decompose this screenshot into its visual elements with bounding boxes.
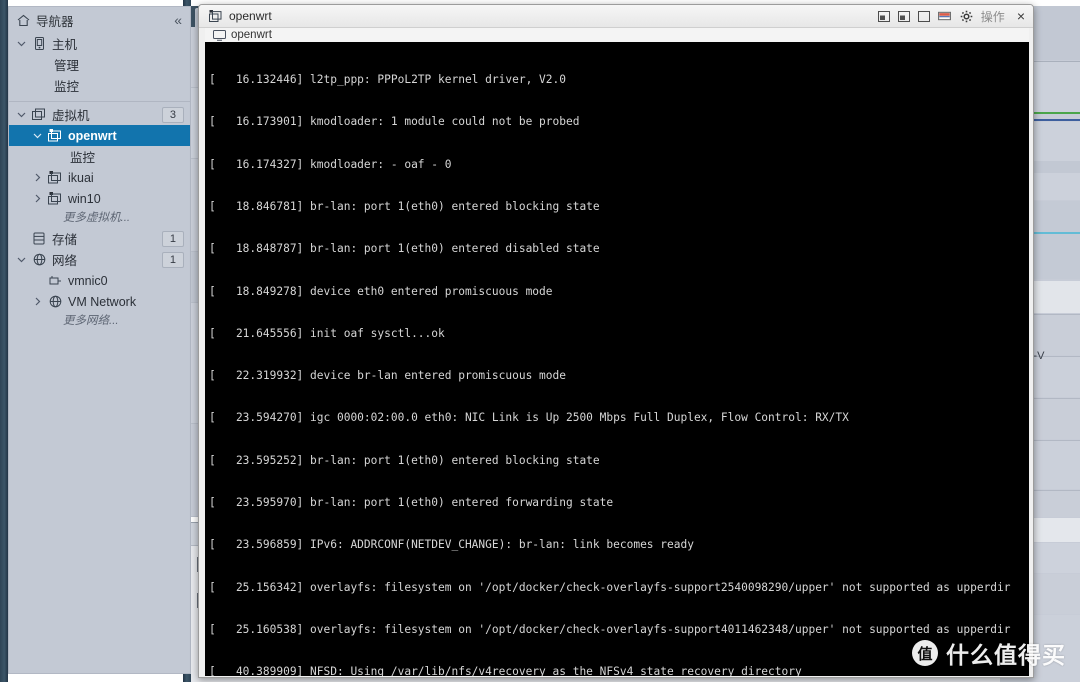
restore-icon[interactable] [898,10,911,23]
chevron-right-icon[interactable] [33,194,47,203]
terminal-line: [ 18.848787] br-lan: port 1(eth0) entere… [209,242,600,256]
terminal-line: [ 22.319932] device br-lan entered promi… [209,369,566,383]
vm-icon [47,129,63,143]
sidebar-item-host-monitor[interactable]: 监控 [9,75,190,96]
console-subtitle-label: openwrt [231,29,272,41]
terminal-line: [ 23.595252] br-lan: port 1(eth0) entere… [209,453,600,467]
terminal-line: [ 16.173901] kmodloader: 1 module could … [209,115,580,129]
terminal-output[interactable]: [ 16.132446] l2tp_ppp: PPPoL2TP kernel d… [205,42,1029,676]
network-icon [47,295,63,309]
terminal-line: [ 18.849278] device eth0 entered promisc… [209,284,553,298]
more-networks-link[interactable]: 更多网络... [9,312,190,331]
sidebar-item-label: 管理 [54,59,80,73]
collapse-navigator-button[interactable]: « [172,12,184,28]
terminal-line: [ 23.594270] igc 0000:02:00.0 eth0: NIC … [209,411,849,425]
gear-icon[interactable] [960,10,973,23]
navigator-header: 导航器 « [9,7,190,33]
console-subtitle-bar: openwrt [205,28,1029,42]
sidebar-item-label: 网络 [52,254,78,268]
chevron-down-icon[interactable] [17,110,31,119]
snapshot-icon[interactable] [878,10,891,23]
sidebar-item-network[interactable]: 网络 1 [9,249,190,270]
network-count-badge: 1 [161,251,184,268]
vm-icon [47,192,63,206]
sidebar-item-label: openwrt [68,128,117,143]
close-icon[interactable]: × [1017,9,1025,23]
console-titlebar[interactable]: openwrt 操作 × [199,5,1033,28]
home-icon [17,14,30,27]
vm-console-window: openwrt 操作 × openwrt [16.132446] l2tp_p… [198,4,1034,678]
chevron-right-icon[interactable] [33,297,47,306]
navigator-title: 导航器 [36,14,74,29]
more-vms-link[interactable]: 更多虚拟机... [9,209,190,228]
keyboard-icon[interactable] [937,10,951,23]
terminal-line: [ 18.846781] br-lan: port 1(eth0) entere… [209,200,600,214]
sidebar-item-storage[interactable]: 存储 1 [9,228,190,249]
sidebar-item-host-manage[interactable]: 管理 [9,54,190,75]
storage-count-badge: 1 [161,230,184,247]
monitor-icon [213,29,226,41]
navigator-panel: 导航器 « 主机 管理 监控 虚拟机 3 openwrt 监控 ikuai wi… [8,6,191,674]
storage-icon [31,232,47,246]
sidebar-item-label: 主机 [52,38,78,52]
navigator-divider [9,101,190,102]
sidebar-item-openwrt[interactable]: openwrt [9,125,190,146]
chevron-down-icon[interactable] [17,39,31,48]
nic-icon [47,274,63,288]
vm-icon [209,9,223,23]
actions-menu-button[interactable]: 操作 [981,8,1005,25]
terminal-line: [ 25.160538] overlayfs: filesystem on '/… [209,622,1011,636]
terminal-line: [ 23.595970] br-lan: port 1(eth0) entere… [209,496,614,509]
chevron-down-icon[interactable] [17,255,31,264]
sidebar-item-win10[interactable]: win10 [9,188,190,209]
chevron-down-icon[interactable] [33,131,47,140]
fullscreen-icon[interactable] [918,10,931,23]
terminal-line: [ 16.132446] l2tp_ppp: PPPoL2TP kernel d… [209,73,566,87]
sidebar-item-host[interactable]: 主机 [9,33,190,54]
sidebar-item-label: ikuai [68,170,94,185]
left-edge-scrollbar[interactable] [0,0,8,682]
sidebar-item-label: 存储 [52,233,78,247]
terminal-line: [ 23.596859] IPv6: ADDRCONF(NETDEV_CHANG… [209,538,694,552]
terminal-line: [ 16.174327] kmodloader: - oaf - 0 [209,157,452,171]
sidebar-item-vmnic0[interactable]: vmnic0 [9,270,190,291]
sidebar-item-label: VM Network [68,294,137,309]
vm-icon [31,108,47,122]
terminal-line: [ 21.645556] init oaf sysctl...ok [209,326,445,340]
sidebar-item-label: win10 [68,191,101,206]
sidebar-item-label: vmnic0 [68,273,108,288]
sidebar-item-openwrt-monitor[interactable]: 监控 [9,146,190,167]
sidebar-item-label: 监控 [70,151,96,165]
console-window-title: openwrt [229,9,272,23]
host-icon [31,37,47,51]
terminal-line: [ 25.156342] overlayfs: filesystem on '/… [209,580,1011,594]
sidebar-item-label: 监控 [54,80,80,94]
vm-icon [47,171,63,185]
sidebar-item-vm-network[interactable]: VM Network [9,291,190,312]
vm-count-badge: 3 [161,106,184,123]
network-icon [31,253,47,267]
app-root: openwrt [0,0,1080,682]
terminal-line: [ 40.389909] NFSD: Using /var/lib/nfs/v4… [209,665,802,676]
sidebar-item-ikuai[interactable]: ikuai [9,167,190,188]
console-toolbar: 操作 × [878,8,1029,25]
chevron-right-icon[interactable] [33,173,47,182]
sidebar-item-label: 虚拟机 [52,109,90,123]
sidebar-item-virtual-machines[interactable]: 虚拟机 3 [9,104,190,125]
